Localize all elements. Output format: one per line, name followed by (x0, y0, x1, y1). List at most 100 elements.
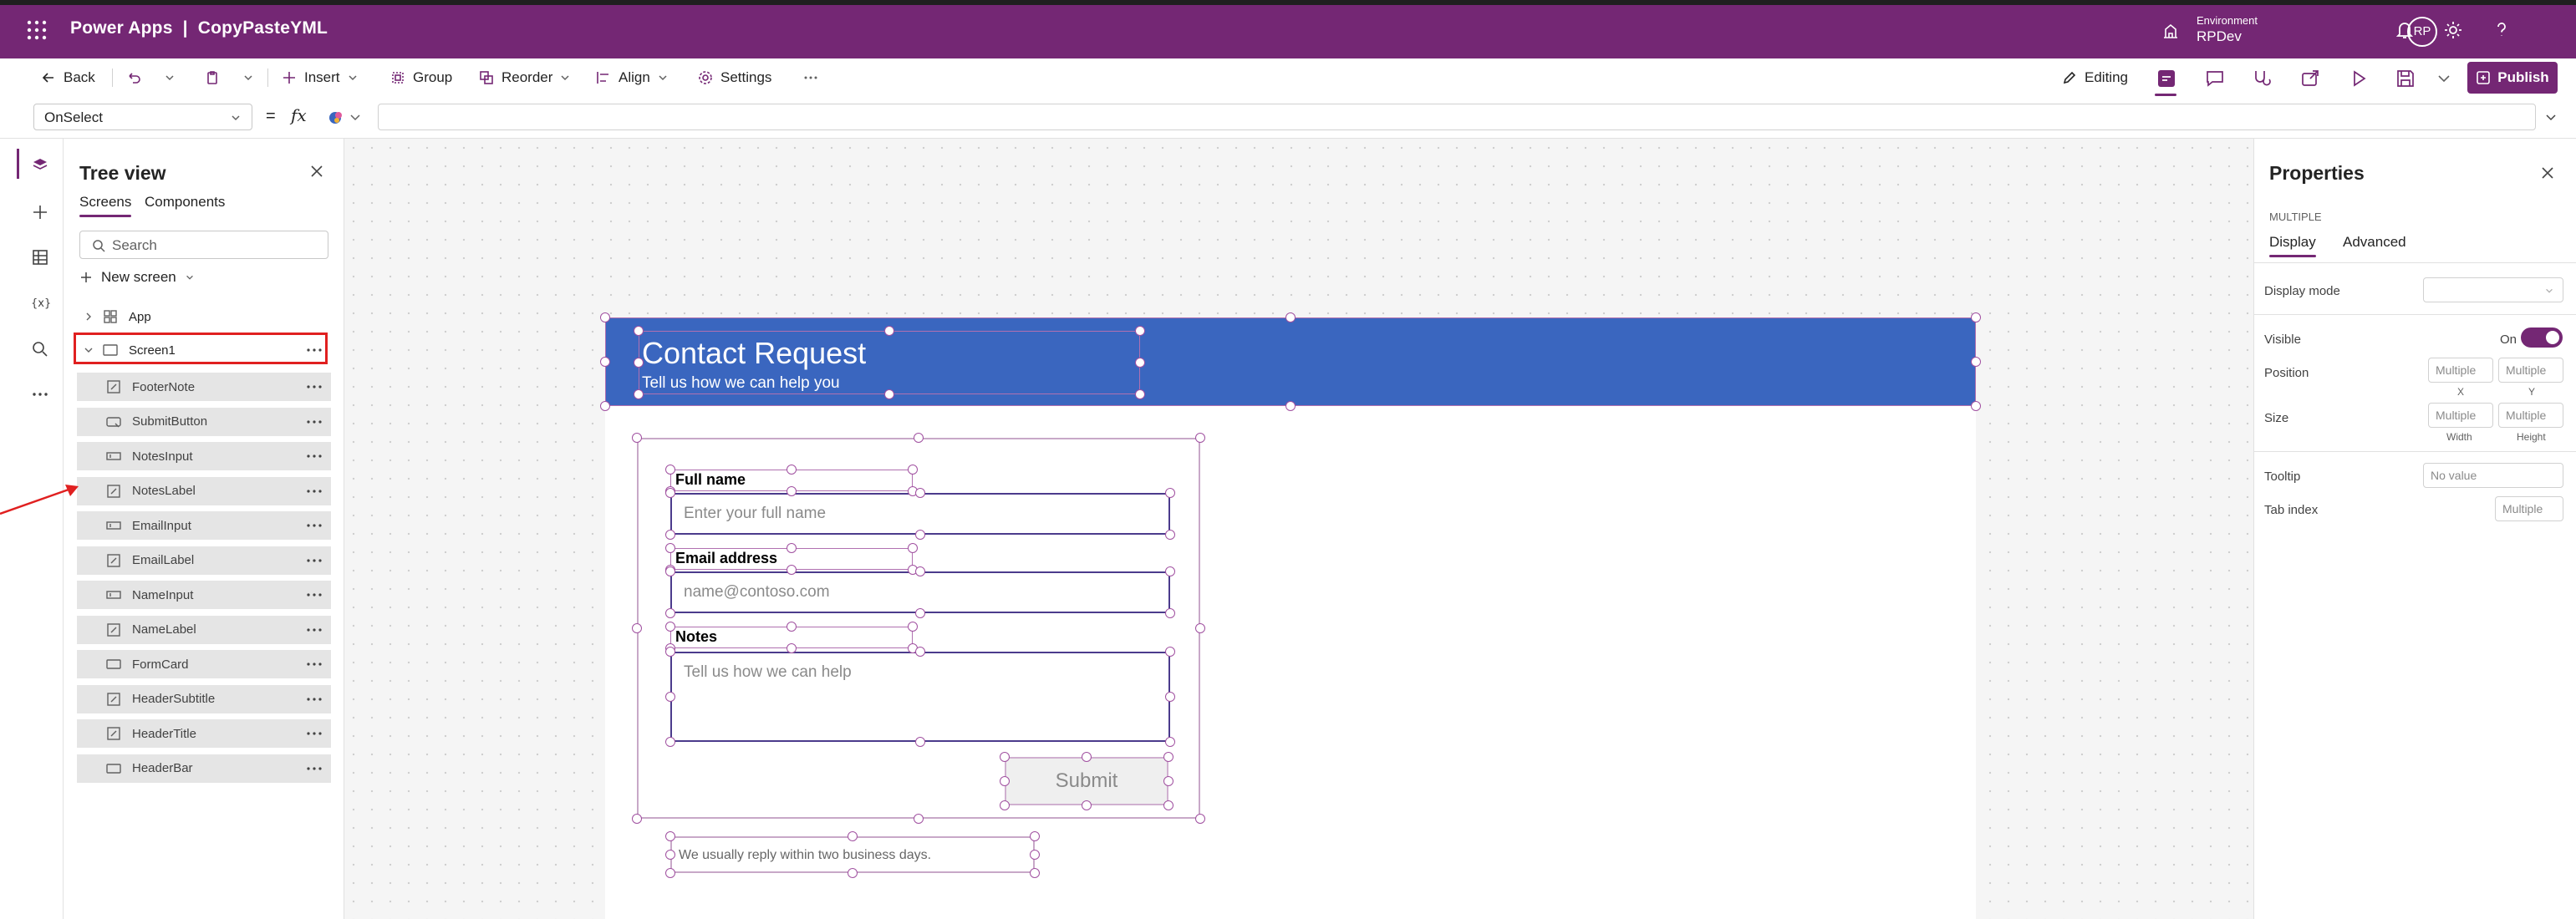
email-input[interactable]: name@contoso.com (670, 571, 1170, 613)
resize-handle[interactable] (665, 465, 675, 475)
insert-plus-icon[interactable] (30, 202, 50, 222)
layers-icon[interactable] (30, 155, 50, 175)
publish-button[interactable]: Publish (2467, 62, 2558, 94)
app-launcher-icon[interactable] (25, 18, 48, 42)
resize-handle[interactable] (665, 692, 675, 702)
more-icon[interactable] (306, 485, 323, 498)
redo-dropdown[interactable] (164, 67, 176, 89)
more-commands-button[interactable] (802, 67, 819, 89)
app-checker-icon[interactable] (2155, 67, 2178, 90)
tab-screens[interactable]: Screens (79, 194, 132, 217)
tree-node-headertitle[interactable]: HeaderTitle (77, 719, 331, 748)
tab-index-input[interactable]: Multiple (2495, 496, 2563, 521)
more-icon[interactable] (306, 588, 323, 602)
resize-handle[interactable] (1000, 800, 1010, 810)
resize-handle[interactable] (908, 543, 918, 553)
resize-handle[interactable] (914, 814, 924, 824)
more-icon[interactable] (306, 727, 323, 740)
resize-handle[interactable] (665, 737, 675, 747)
save-icon[interactable] (2394, 67, 2417, 90)
resize-handle[interactable] (1163, 776, 1173, 786)
resize-handle[interactable] (908, 465, 918, 475)
resize-handle[interactable] (1135, 326, 1145, 336)
resize-handle[interactable] (634, 389, 644, 399)
resize-handle[interactable] (1082, 752, 1092, 762)
resize-handle[interactable] (915, 530, 925, 540)
resize-handle[interactable] (1165, 692, 1175, 702)
resize-handle[interactable] (1165, 530, 1175, 540)
help-icon[interactable] (2491, 19, 2512, 41)
position-x-input[interactable]: Multiple (2428, 358, 2493, 383)
tree-node-app[interactable]: App (84, 302, 334, 331)
resize-handle[interactable] (600, 401, 610, 411)
resize-handle[interactable] (848, 831, 858, 841)
submit-button[interactable]: Submit (1005, 757, 1168, 805)
tree-node-nameinput[interactable]: NameInput (77, 581, 331, 609)
resize-handle[interactable] (665, 868, 675, 878)
more-icon[interactable] (306, 693, 323, 706)
resize-handle[interactable] (848, 868, 858, 878)
resize-handle[interactable] (787, 643, 797, 653)
settings-gear-icon[interactable] (2442, 19, 2464, 41)
resize-handle[interactable] (1135, 389, 1145, 399)
resize-handle[interactable] (665, 850, 675, 860)
resize-handle[interactable] (915, 488, 925, 498)
resize-handle[interactable] (1000, 752, 1010, 762)
data-table-icon[interactable] (30, 247, 50, 267)
resize-handle[interactable] (1285, 312, 1296, 322)
more-icon[interactable] (306, 658, 323, 671)
resize-handle[interactable] (1165, 566, 1175, 576)
more-options-icon[interactable] (30, 384, 50, 404)
resize-handle[interactable] (1165, 608, 1175, 618)
close-icon[interactable] (309, 164, 324, 179)
resize-handle[interactable] (1195, 814, 1205, 824)
tooltip-input[interactable]: No value (2423, 463, 2563, 488)
resize-handle[interactable] (787, 465, 797, 475)
resize-handle[interactable] (665, 488, 675, 498)
new-screen-button[interactable]: New screen (79, 269, 195, 286)
environment-icon[interactable] (2161, 21, 2181, 41)
display-mode-dropdown[interactable] (2423, 277, 2563, 302)
paste-dropdown[interactable] (242, 67, 254, 89)
resize-handle[interactable] (665, 831, 675, 841)
reorder-button[interactable]: Reorder (478, 67, 571, 89)
resize-handle[interactable] (1165, 647, 1175, 657)
more-icon[interactable] (306, 623, 323, 637)
close-icon[interactable] (2540, 165, 2555, 180)
tree-node-notesinput[interactable]: NotesInput (77, 442, 331, 470)
resize-handle[interactable] (665, 622, 675, 632)
more-icon[interactable] (306, 380, 323, 393)
notes-input[interactable]: Tell us how we can help (670, 652, 1170, 742)
fx-icon[interactable]: fx (291, 105, 307, 125)
resize-handle[interactable] (634, 326, 644, 336)
tree-search-input[interactable]: Search (79, 231, 328, 259)
resize-handle[interactable] (787, 565, 797, 575)
resize-handle[interactable] (915, 566, 925, 576)
resize-handle[interactable] (915, 737, 925, 747)
position-y-input[interactable]: Multiple (2498, 358, 2563, 383)
resize-handle[interactable] (1971, 312, 1981, 322)
tree-node-emailinput[interactable]: EmailInput (77, 511, 331, 540)
tab-advanced[interactable]: Advanced (2343, 234, 2406, 251)
resize-handle[interactable] (914, 433, 924, 443)
formula-input[interactable] (378, 104, 2536, 130)
resize-handle[interactable] (634, 358, 644, 368)
editing-mode-button[interactable]: Editing (2061, 67, 2128, 89)
resize-handle[interactable] (1135, 358, 1145, 368)
resize-handle[interactable] (1030, 850, 1040, 860)
settings-button[interactable]: Settings (697, 67, 771, 89)
back-button[interactable]: Back (40, 67, 95, 89)
resize-handle[interactable] (632, 814, 642, 824)
more-icon[interactable] (306, 415, 323, 429)
group-button[interactable]: Group (389, 67, 452, 89)
resize-handle[interactable] (884, 389, 894, 399)
tree-node-namelabel[interactable]: NameLabel (77, 615, 331, 644)
share-icon[interactable] (2299, 67, 2322, 90)
resize-handle[interactable] (665, 608, 675, 618)
more-icon[interactable] (306, 519, 323, 532)
resize-handle[interactable] (665, 543, 675, 553)
expand-formula-chevron-icon[interactable] (2544, 110, 2558, 124)
preview-play-icon[interactable] (2347, 67, 2370, 90)
undo-button[interactable] (125, 67, 142, 89)
resize-handle[interactable] (1195, 623, 1205, 633)
